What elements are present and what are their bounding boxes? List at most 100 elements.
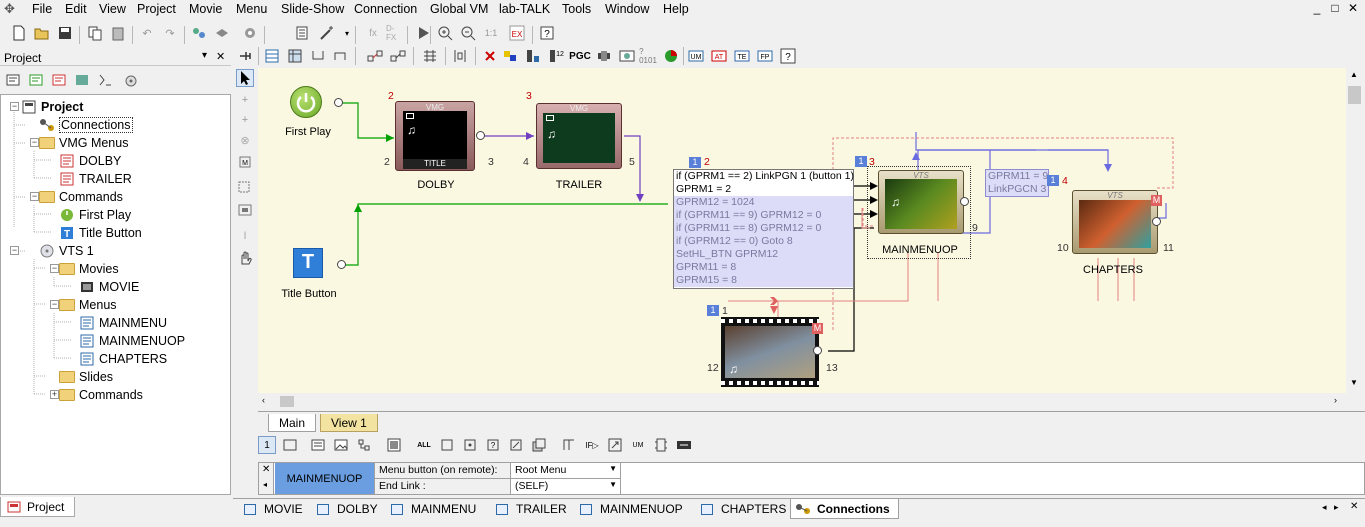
menu-lab-talk[interactable]: lab-TALK	[499, 2, 550, 16]
tree-item-trailer[interactable]: TRAILER	[59, 170, 132, 187]
menu-window[interactable]: Window	[605, 2, 649, 16]
menu-button-select[interactable]: Root Menu ▼	[511, 463, 621, 479]
app-icon[interactable]: ✥	[4, 1, 22, 17]
new-submenu-icon[interactable]	[27, 71, 45, 89]
all-icon[interactable]: ALL	[415, 436, 433, 454]
distribute-icon[interactable]	[451, 47, 469, 65]
scroll-left-icon[interactable]: ‹	[262, 395, 265, 405]
doc-tab-trailer[interactable]: TRAILER	[496, 499, 567, 519]
preview-icon[interactable]	[618, 47, 636, 65]
doc-tab-movie[interactable]: MOVIE	[244, 499, 303, 519]
menu-project[interactable]: Project	[137, 2, 176, 16]
title-button-node[interactable]: T	[293, 248, 323, 278]
new-menu-icon[interactable]	[4, 71, 22, 89]
first-play-node[interactable]	[290, 86, 322, 118]
scroll-right-icon[interactable]: ›	[1334, 395, 1337, 405]
menu-global-vm[interactable]: Global VM	[430, 2, 488, 16]
close-document-icon[interactable]: ✕	[1350, 501, 1358, 512]
redo-icon[interactable]: ↷	[161, 24, 179, 42]
marker-tool-icon[interactable]: M	[236, 153, 254, 171]
doc-tab-dolby[interactable]: DOLBY	[317, 499, 378, 519]
pointer-tool-icon[interactable]	[236, 69, 254, 87]
output-port[interactable]	[813, 346, 822, 355]
zoom-actual-icon[interactable]: 1:1	[482, 24, 500, 42]
menu-slide-show[interactable]: Slide-Show	[281, 2, 344, 16]
te-icon[interactable]: TE	[733, 47, 751, 65]
tree-item-title-button[interactable]: T Title Button	[59, 224, 142, 241]
tree-expander[interactable]: −	[30, 192, 39, 201]
collapse-icon[interactable]: ◂	[263, 480, 267, 489]
scroll-up-icon[interactable]: ▲	[1350, 70, 1358, 79]
chapters-node[interactable]: VTS	[1072, 190, 1158, 254]
tree-item-project[interactable]: Project	[21, 98, 83, 115]
question-btn-icon[interactable]: ?	[484, 436, 502, 454]
tree-item-chapters[interactable]: CHAPTERS	[79, 350, 167, 367]
output-port[interactable]	[476, 131, 485, 140]
open-icon[interactable]	[33, 24, 51, 42]
film-btn-icon[interactable]	[385, 436, 403, 454]
bracket-icon[interactable]	[309, 47, 327, 65]
number-1-icon[interactable]: 1	[258, 436, 276, 454]
dropdown-arrow-icon[interactable]: ▾	[338, 24, 356, 42]
doc-tab-connections[interactable]: Connections	[790, 499, 899, 519]
frame-icon[interactable]	[281, 436, 299, 454]
um-btn-icon[interactable]: UM	[629, 436, 647, 454]
zoom-in-icon[interactable]	[436, 24, 454, 42]
text-tool-icon[interactable]: I	[236, 227, 254, 245]
tree-expander[interactable]: +	[50, 390, 59, 399]
image-btn-icon[interactable]	[332, 436, 350, 454]
range-icon[interactable]	[675, 436, 693, 454]
route-tool-icon[interactable]: ⊗	[236, 131, 254, 149]
table-view-icon[interactable]	[286, 47, 304, 65]
output-port[interactable]	[334, 98, 343, 107]
output-port[interactable]	[337, 260, 346, 269]
gprm-command-box[interactable]: GPRM11 = 9 LinkPGCN 3	[985, 169, 1049, 197]
restore-button[interactable]: □	[1328, 1, 1342, 15]
stack-icon[interactable]	[530, 436, 548, 454]
tree-expander[interactable]: −	[10, 246, 19, 255]
output-port[interactable]	[960, 197, 969, 206]
import-assets-icon[interactable]	[190, 24, 208, 42]
list-icon[interactable]	[293, 24, 311, 42]
colors-icon[interactable]	[501, 47, 519, 65]
scroll-down-icon[interactable]: ▼	[1350, 378, 1358, 387]
tree-expander[interactable]: −	[30, 138, 39, 147]
tree-item-movie[interactable]: MOVIE	[79, 278, 139, 295]
menu-file[interactable]: File	[32, 2, 52, 16]
minimize-button[interactable]: _	[1310, 1, 1324, 15]
new-slideshow-icon[interactable]	[73, 71, 91, 89]
tree-item-vts-1[interactable]: VTS 1	[39, 242, 94, 259]
add-link-tool-icon[interactable]: +	[236, 111, 254, 129]
zoom-out-icon[interactable]	[459, 24, 477, 42]
menu-connection[interactable]: Connection	[354, 2, 417, 16]
vertical-scrollbar[interactable]: ▲ ▼	[1346, 68, 1363, 410]
numbered-link-icon[interactable]: 12	[547, 47, 565, 65]
tree-item-slides[interactable]: Slides	[59, 368, 113, 385]
help-pointer-icon[interactable]: ?	[779, 47, 797, 65]
save-icon[interactable]	[56, 24, 74, 42]
frame-tool-icon[interactable]	[236, 201, 254, 219]
close-grid-icon[interactable]: ✕	[262, 464, 270, 475]
hand-tool-icon[interactable]	[236, 249, 254, 267]
tree-item-dolby[interactable]: DOLBY	[59, 152, 121, 169]
binary-icon[interactable]: ?0101	[639, 47, 657, 65]
um-icon[interactable]: UM	[687, 47, 705, 65]
command-box[interactable]: if (GPRM1 == 2) LinkPGN 1 (button 1) GPR…	[673, 169, 854, 289]
chevron-down-icon[interactable]: ▼	[609, 480, 617, 489]
close-panel-icon[interactable]: ✕	[216, 50, 225, 63]
clip-icon[interactable]	[652, 436, 670, 454]
tab-view-1[interactable]: View 1	[320, 414, 378, 432]
paste-icon[interactable]	[109, 24, 127, 42]
d-fx-icon[interactable]: D-FX	[385, 24, 403, 42]
help-icon[interactable]: ?	[538, 24, 556, 42]
align-icon[interactable]	[421, 47, 439, 65]
arrow-link-icon[interactable]	[606, 436, 624, 454]
close-button[interactable]: ✕	[1346, 1, 1360, 15]
tree-item-vmg-menus[interactable]: VMG Menus	[39, 134, 128, 151]
branch-icon[interactable]	[560, 436, 578, 454]
at-icon[interactable]: AT	[710, 47, 728, 65]
layers-icon[interactable]	[213, 24, 231, 42]
output-port[interactable]	[1152, 217, 1161, 226]
menu-menu[interactable]: Menu	[236, 2, 267, 16]
movie-node[interactable]: ♫	[721, 317, 819, 387]
